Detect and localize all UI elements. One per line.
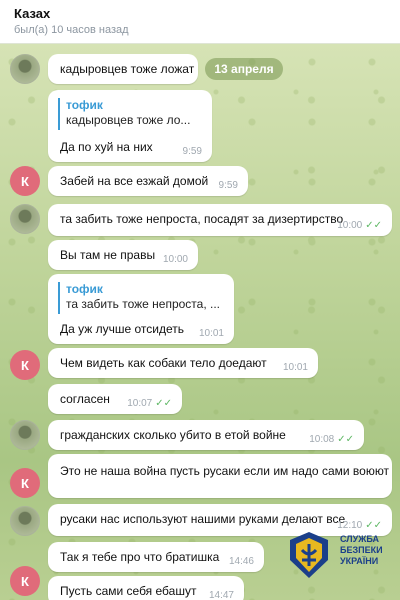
message-bubble[interactable]: Чем видеть как собаки тело доедают 10:01 xyxy=(48,348,318,378)
avatar[interactable]: К xyxy=(10,166,40,196)
message-text: Пусть сами себя ебашут xyxy=(60,584,197,598)
message-text: Это не наша война пусть русаки если им н… xyxy=(60,464,390,478)
message-time: 14:46 xyxy=(228,556,254,567)
message-time: 9:59 xyxy=(218,180,238,191)
avatar[interactable]: К xyxy=(10,566,40,596)
chat-header[interactable]: Казах был(а) 10 часов назад xyxy=(0,0,400,44)
message-text: Так я тебе про что братишка xyxy=(60,550,220,564)
message-time: 10:00 ✓✓ xyxy=(337,220,382,231)
reply-quote[interactable]: тофик та забить тоже непроста, ... xyxy=(58,282,224,314)
message-text: кадыровцев тоже ложат xyxy=(60,62,195,76)
date-separator: 13 апреля xyxy=(205,58,283,80)
message-bubble[interactable]: согласен 10:07 ✓✓ xyxy=(48,384,182,414)
message-bubble[interactable]: Так я тебе про что братишка 14:46 xyxy=(48,542,264,572)
avatar[interactable]: К xyxy=(10,468,40,498)
message-text: Да по хуй на них xyxy=(60,140,153,154)
message-text: гражданских сколько убито в етой войне xyxy=(60,428,286,442)
message-time: 9:59 xyxy=(182,146,202,157)
reply-author: тофик xyxy=(66,282,103,296)
message-time: 10:01 xyxy=(198,328,224,339)
last-seen-status: был(а) 10 часов назад xyxy=(14,24,129,36)
message-time: 10:07 ✓✓ xyxy=(127,398,172,409)
avatar[interactable] xyxy=(10,506,40,536)
double-check-icon: ✓✓ xyxy=(365,220,382,231)
reply-text: кадыровцев тоже ло... xyxy=(66,113,191,127)
message-list[interactable]: кадыровцев тоже ложат 13 апреля тофик ка… xyxy=(0,44,400,600)
avatar[interactable] xyxy=(10,420,40,450)
message-bubble[interactable]: Это не наша война пусть русаки если им н… xyxy=(48,454,392,498)
message-text: согласен xyxy=(60,392,110,406)
message-time: 10:08 ✓✓ xyxy=(309,434,354,445)
message-time: 10:00 xyxy=(162,254,188,265)
avatar[interactable] xyxy=(10,204,40,234)
message-text: Чем видеть как собаки тело доедают xyxy=(60,356,267,370)
message-time: 10:01 xyxy=(282,362,308,373)
reply-quote[interactable]: тофик кадыровцев тоже ло... xyxy=(58,98,202,130)
double-check-icon: ✓✓ xyxy=(337,434,354,445)
sbu-watermark: СЛУЖБА БЕЗПЕКИ УКРАЇНИ xyxy=(288,530,398,590)
message-text: русаки нас используют нашими руками дела… xyxy=(60,512,346,526)
avatar[interactable] xyxy=(10,54,40,84)
message-text: Забей на все езжай домой xyxy=(60,174,209,188)
message-bubble[interactable]: Забей на все езжай домой 9:59 xyxy=(48,166,248,196)
sbu-watermark-text: СЛУЖБА БЕЗПЕКИ УКРАЇНИ xyxy=(340,534,383,566)
message-bubble[interactable]: кадыровцев тоже ложат xyxy=(48,54,198,84)
double-check-icon: ✓✓ xyxy=(155,398,172,409)
message-bubble[interactable]: Вы там не правы 10:00 xyxy=(48,240,198,270)
message-text: Вы там не правы xyxy=(60,248,156,262)
reply-text: та забить тоже непроста, ... xyxy=(66,297,220,311)
avatar[interactable]: К xyxy=(10,350,40,380)
message-bubble[interactable]: Пусть сами себя ебашут 14:47 xyxy=(48,576,244,600)
message-bubble[interactable]: тофик кадыровцев тоже ло... Да по хуй на… xyxy=(48,90,212,162)
message-bubble[interactable]: тофик та забить тоже непроста, ... Да уж… xyxy=(48,274,234,344)
message-bubble[interactable]: та забить тоже непроста, посадят за дизе… xyxy=(48,204,392,236)
sbu-emblem-icon xyxy=(290,532,328,578)
contact-name: Казах xyxy=(14,6,51,21)
message-bubble[interactable]: гражданских сколько убито в етой войне 1… xyxy=(48,420,364,450)
message-text: та забить тоже непроста, посадят за дизе… xyxy=(60,212,344,226)
message-text: Да уж лучше отсидеть xyxy=(60,322,185,336)
reply-author: тофик xyxy=(66,98,103,112)
message-time: 14:47 xyxy=(208,590,234,600)
